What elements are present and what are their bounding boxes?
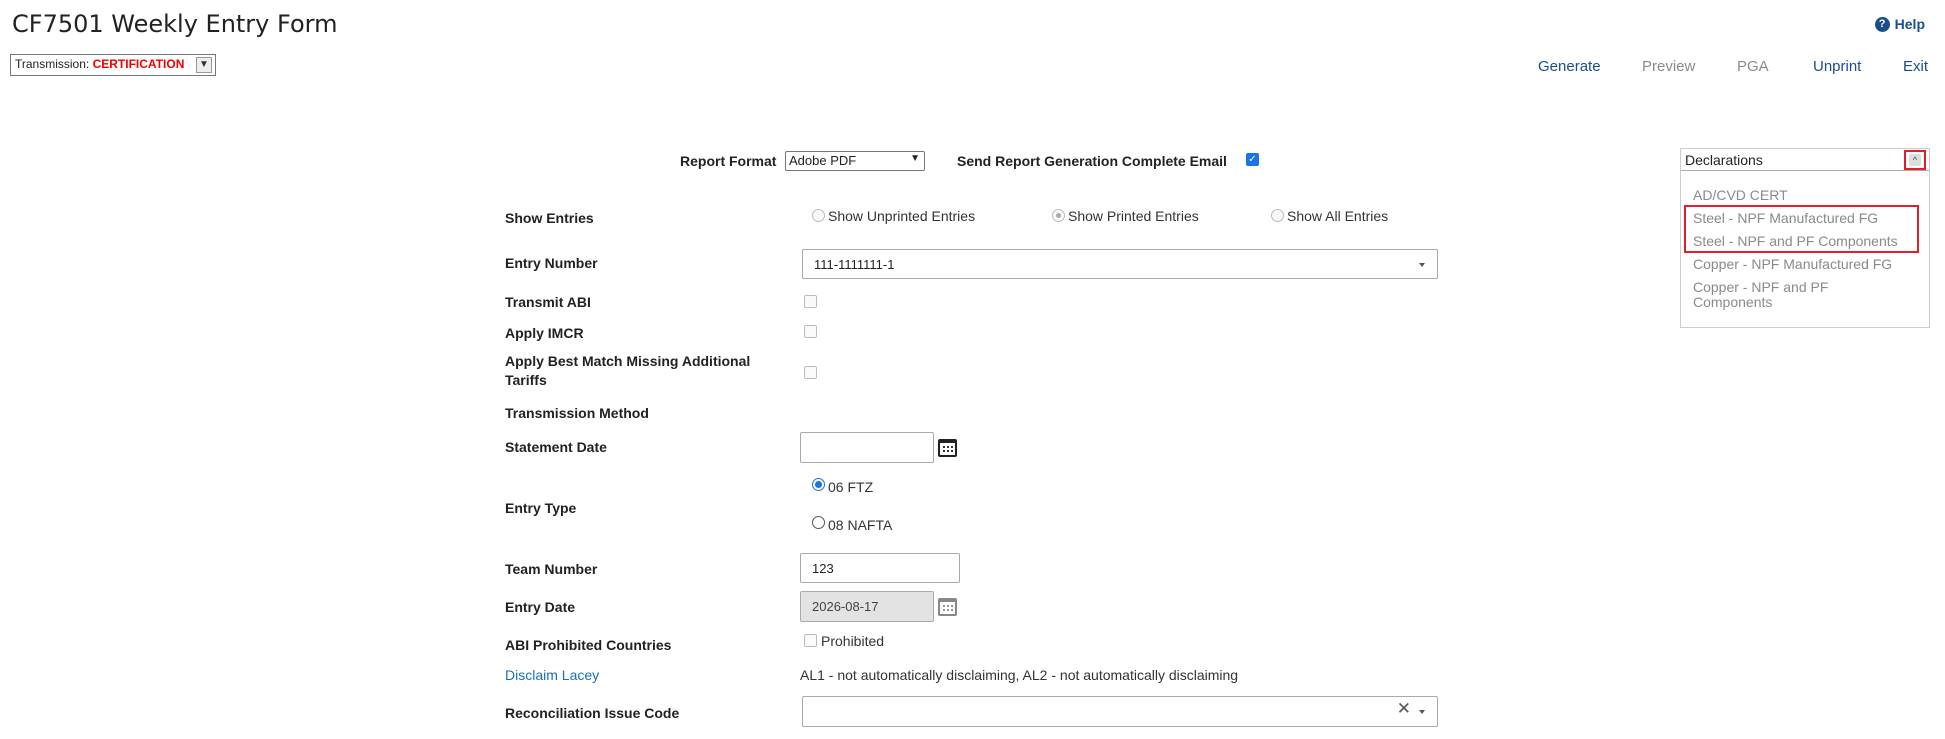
apply-best-match-checkbox[interactable] xyxy=(804,366,817,379)
transmit-abi-checkbox[interactable] xyxy=(804,295,817,308)
page-title: CF7501 Weekly Entry Form xyxy=(12,10,338,38)
declaration-item[interactable]: Copper - NPF Manufactured FG xyxy=(1693,257,1892,272)
entry-date-value: 2026-08-17 xyxy=(812,599,879,614)
help-label: Help xyxy=(1894,16,1925,32)
entry-type-08-radio[interactable] xyxy=(812,516,825,529)
declarations-collapse-button[interactable]: ^ xyxy=(1904,150,1926,170)
entry-type-06-label: 06 FTZ xyxy=(828,479,874,495)
statement-date-input[interactable] xyxy=(800,432,934,463)
declaration-item[interactable]: AD/CVD CERT xyxy=(1693,188,1788,203)
entry-number-label: Entry Number xyxy=(505,255,598,271)
prohibited-checkbox[interactable] xyxy=(804,634,817,647)
report-format-label: Report Format xyxy=(680,153,777,169)
question-icon: ? xyxy=(1874,16,1890,32)
clear-icon[interactable]: ✕ xyxy=(1397,699,1411,719)
entry-number-value: 111-1111111-1 xyxy=(814,256,895,272)
calendar-icon xyxy=(938,598,957,616)
apply-best-match-label: Apply Best Match Missing Additional Tari… xyxy=(505,353,751,388)
transmission-label: Transmission: xyxy=(15,57,90,71)
declaration-item[interactable]: Copper - NPF and PF Components xyxy=(1693,280,1863,310)
prohibited-checkbox-label: Prohibited xyxy=(821,633,885,649)
chevron-up-icon: ^ xyxy=(1909,154,1921,166)
disclaim-lacey-link[interactable]: Disclaim Lacey xyxy=(505,667,599,683)
abi-prohibited-label: ABI Prohibited Countries xyxy=(505,637,672,653)
statement-date-label: Statement Date xyxy=(505,439,607,455)
exit-button[interactable]: Exit xyxy=(1903,58,1928,75)
declarations-title: Declarations xyxy=(1685,152,1763,168)
calendar-icon[interactable] xyxy=(938,439,957,457)
report-format-value: Adobe PDF xyxy=(789,153,857,168)
entry-type-label: Entry Type xyxy=(505,500,577,516)
team-number-value: 123 xyxy=(812,560,834,576)
report-format-select[interactable]: Adobe PDF ▼ xyxy=(785,151,925,171)
show-all-radio[interactable] xyxy=(1271,209,1284,222)
transmit-abi-label: Transmit ABI xyxy=(505,294,591,310)
team-number-input[interactable]: 123 xyxy=(800,553,960,583)
unprint-button[interactable]: Unprint xyxy=(1813,58,1861,75)
transmission-value: CERTIFICATION xyxy=(92,57,185,71)
entry-type-06-radio[interactable] xyxy=(812,478,825,491)
declarations-highlight-box xyxy=(1684,205,1919,253)
entry-type-08-label: 08 NAFTA xyxy=(828,517,893,533)
entry-number-combo[interactable]: 111-1111111-1 xyxy=(802,249,1438,279)
apply-imcr-checkbox[interactable] xyxy=(804,325,817,338)
show-entries-label: Show Entries xyxy=(505,210,594,226)
send-email-checkbox[interactable]: ✓ xyxy=(1246,153,1259,166)
pga-button[interactable]: PGA xyxy=(1737,58,1769,75)
show-unprinted-radio[interactable] xyxy=(812,209,825,222)
reconciliation-label: Reconciliation Issue Code xyxy=(505,705,680,721)
team-number-label: Team Number xyxy=(505,561,598,577)
declarations-header[interactable]: Declarations xyxy=(1681,149,1929,171)
preview-button[interactable]: Preview xyxy=(1642,58,1695,75)
transmission-method-label: Transmission Method xyxy=(505,405,649,421)
entry-date-input: 2026-08-17 xyxy=(800,591,934,622)
send-email-label: Send Report Generation Complete Email xyxy=(957,153,1227,169)
show-all-label: Show All Entries xyxy=(1287,208,1389,224)
caret-down-icon xyxy=(1419,263,1425,267)
show-printed-label: Show Printed Entries xyxy=(1068,208,1199,224)
entry-date-label: Entry Date xyxy=(505,599,576,615)
show-unprinted-label: Show Unprinted Entries xyxy=(828,208,976,224)
show-printed-radio[interactable] xyxy=(1052,209,1065,222)
caret-down-icon xyxy=(1419,710,1425,714)
disclaim-lacey-text: AL1 - not automatically disclaiming, AL2… xyxy=(800,667,1239,683)
generate-button[interactable]: Generate xyxy=(1538,58,1601,75)
apply-imcr-label: Apply IMCR xyxy=(505,325,584,341)
transmission-select[interactable]: Transmission: CERTIFICATION ▼ xyxy=(10,54,216,76)
chevron-down-icon: ▼ xyxy=(910,153,920,164)
reconciliation-combo[interactable]: ✕ xyxy=(802,696,1438,727)
chevron-down-icon: ▼ xyxy=(196,57,212,73)
help-link[interactable]: ? Help xyxy=(1874,16,1925,32)
